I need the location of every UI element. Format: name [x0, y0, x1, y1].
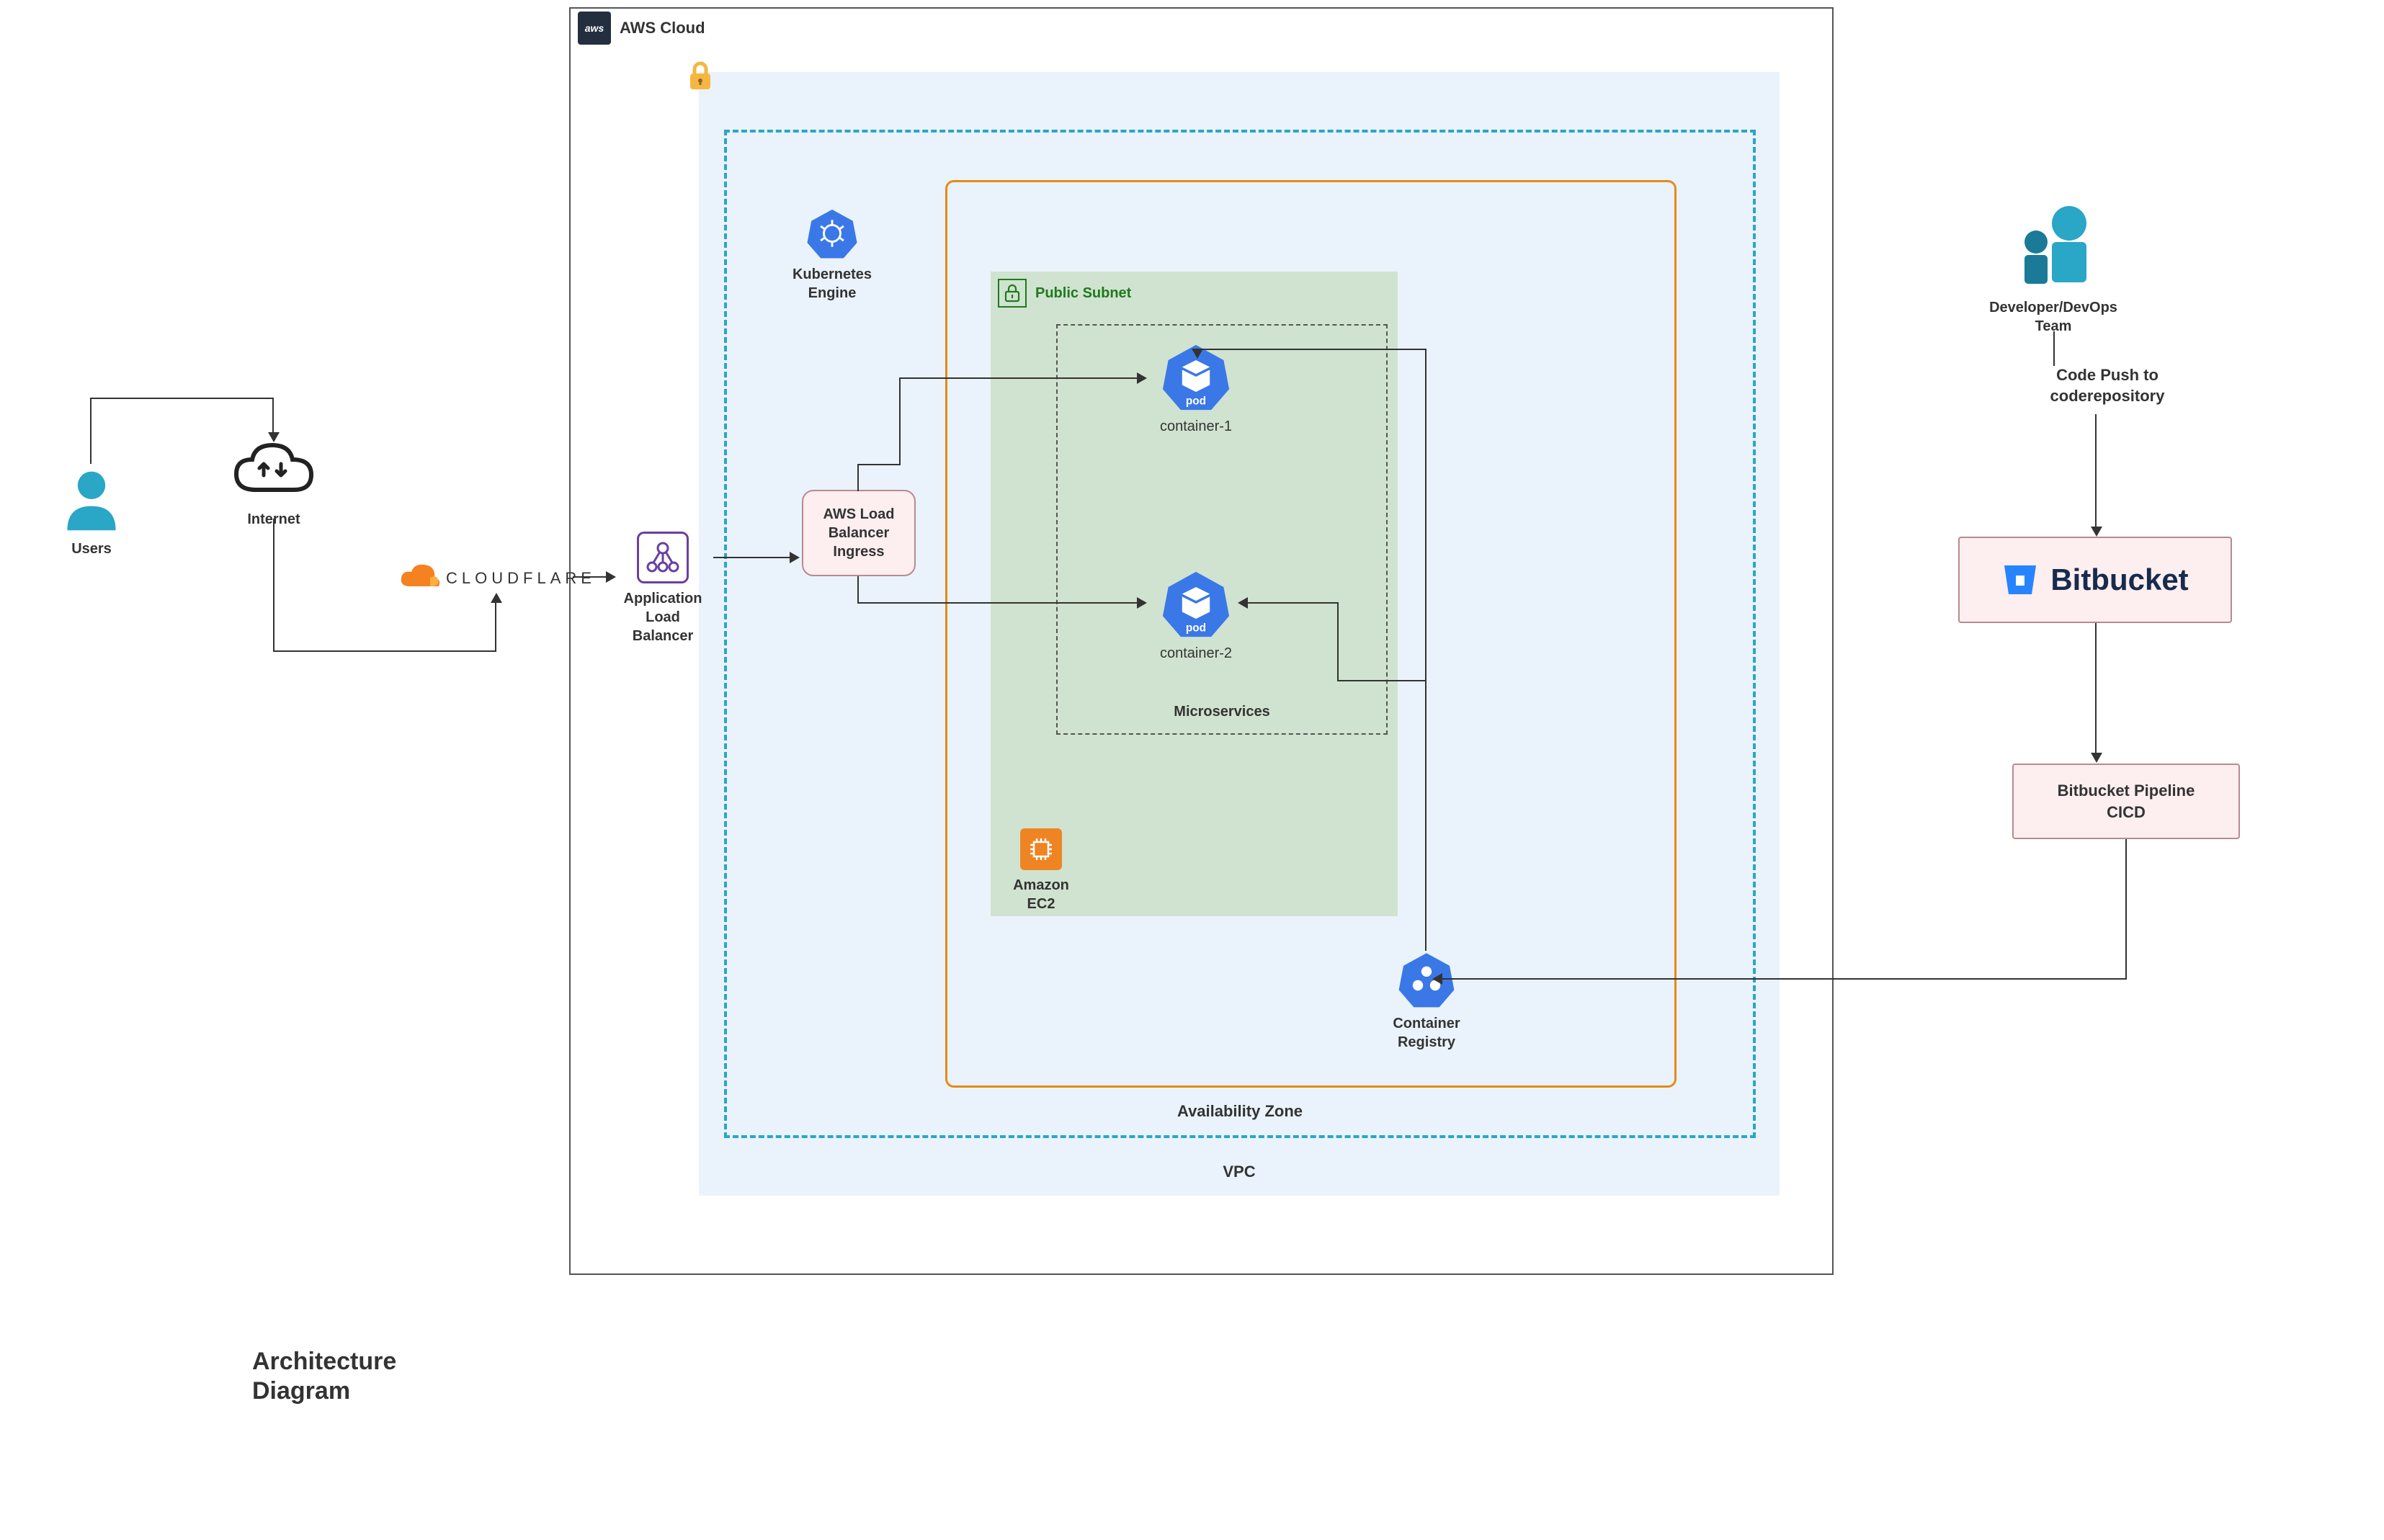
kubernetes-label: Kubernetes Engine	[793, 265, 872, 303]
svg-text:pod: pod	[1186, 622, 1206, 634]
edge	[2095, 414, 2097, 528]
edge	[1337, 602, 1339, 681]
arrow-head-icon	[790, 552, 800, 563]
edge	[573, 576, 607, 578]
svg-text:pod: pod	[1186, 395, 1206, 407]
edge	[273, 650, 496, 652]
devops-team-node: Developer/DevOps Team	[1981, 202, 2125, 336]
arrow-head-icon	[1137, 372, 1147, 384]
bitbucket-node: Bitbucket	[1958, 537, 2232, 623]
bitbucket-label: Bitbucket	[2050, 563, 2188, 597]
container-registry-label: Container Registry	[1393, 1014, 1460, 1052]
cloudflare-logo: CLOUDFLARE	[398, 562, 596, 595]
arrow-head-icon	[2091, 527, 2102, 537]
internet-node: Internet	[223, 439, 324, 529]
edge	[2053, 331, 2055, 366]
alb-node: Application Load Balancer	[612, 532, 713, 645]
pod1-label: container-1	[1160, 417, 1232, 436]
container-registry-node: Container Registry	[1369, 951, 1484, 1052]
ec2-label: Amazon EC2	[1013, 876, 1069, 913]
arrow-head-icon	[606, 571, 616, 583]
edge	[2095, 623, 2097, 754]
arrow-head-icon	[268, 432, 280, 442]
edge	[2125, 839, 2127, 980]
public-subnet-header: Public Subnet	[998, 279, 1131, 308]
team-icon	[2003, 202, 2104, 292]
edge	[857, 576, 859, 604]
bitbucket-pipeline-node: Bitbucket Pipeline CICD	[2012, 764, 2240, 839]
code-push-label: Code Push to coderepository	[2006, 365, 2208, 406]
ec2-node: Amazon EC2	[998, 828, 1084, 913]
pipeline-label-1: Bitbucket Pipeline	[2058, 782, 2195, 800]
arrow-head-icon	[1238, 597, 1248, 609]
microservices-label: Microservices	[1174, 704, 1269, 720]
diagram-title: Architecture Diagram	[252, 1347, 396, 1406]
arrow-head-icon	[2091, 753, 2102, 763]
cloud-icon	[231, 439, 317, 504]
edge	[1337, 680, 1427, 681]
edge	[857, 602, 901, 604]
edge	[1246, 602, 1339, 604]
cloudflare-node: CLOUDFLARE	[425, 562, 569, 595]
ec2-icon	[1020, 828, 1062, 870]
kubernetes-icon	[806, 207, 858, 259]
edge	[1441, 978, 2127, 980]
public-subnet-label: Public Subnet	[1035, 285, 1131, 302]
edge	[90, 398, 274, 399]
aws-logo-icon: aws	[578, 12, 611, 45]
edge	[90, 398, 91, 464]
edge	[273, 519, 274, 652]
arrow-head-icon	[1137, 597, 1147, 609]
aws-cloud-label: AWS Cloud	[620, 19, 705, 37]
edge	[857, 464, 901, 465]
vpc-lock-icon	[687, 61, 713, 91]
edge	[899, 377, 901, 465]
pod-container-2: pod container-2	[1149, 569, 1243, 663]
vpc-label: VPC	[1223, 1163, 1255, 1181]
pod-icon: pod	[1161, 569, 1231, 638]
cloudflare-wordmark: CLOUDFLARE	[446, 569, 596, 588]
edge	[272, 398, 274, 434]
users-label: Users	[71, 540, 112, 558]
availability-zone-label: Availability Zone	[1177, 1102, 1303, 1121]
alb-label: Application Load Balancer	[612, 589, 713, 645]
arrow-head-icon	[491, 593, 502, 603]
aws-cloud-header: aws AWS Cloud	[571, 9, 713, 48]
edge	[857, 464, 859, 491]
arrow-head-icon	[1432, 973, 1442, 985]
users-node: Users	[52, 465, 131, 558]
container-registry-icon	[1398, 951, 1455, 1008]
edge	[495, 601, 496, 652]
user-icon	[57, 465, 126, 534]
devops-team-label: Developer/DevOps Team	[1989, 298, 2117, 336]
edge	[899, 377, 1138, 379]
arrow-head-icon	[1192, 349, 1203, 359]
cloudflare-cloud-icon	[398, 562, 442, 595]
edge	[1196, 349, 1427, 350]
kubernetes-engine-node: Kubernetes Engine	[785, 207, 879, 303]
pod2-label: container-2	[1160, 644, 1232, 663]
alb-icon	[637, 532, 689, 583]
edge	[713, 557, 791, 558]
ingress-label: AWS Load Balancer Ingress	[823, 505, 895, 561]
ingress-node: AWS Load Balancer Ingress	[802, 490, 916, 576]
bitbucket-icon	[2001, 561, 2039, 599]
pipeline-label-2: CICD	[2107, 803, 2146, 822]
subnet-lock-icon	[998, 279, 1027, 308]
edge	[899, 602, 1138, 604]
edge	[1425, 349, 1427, 951]
